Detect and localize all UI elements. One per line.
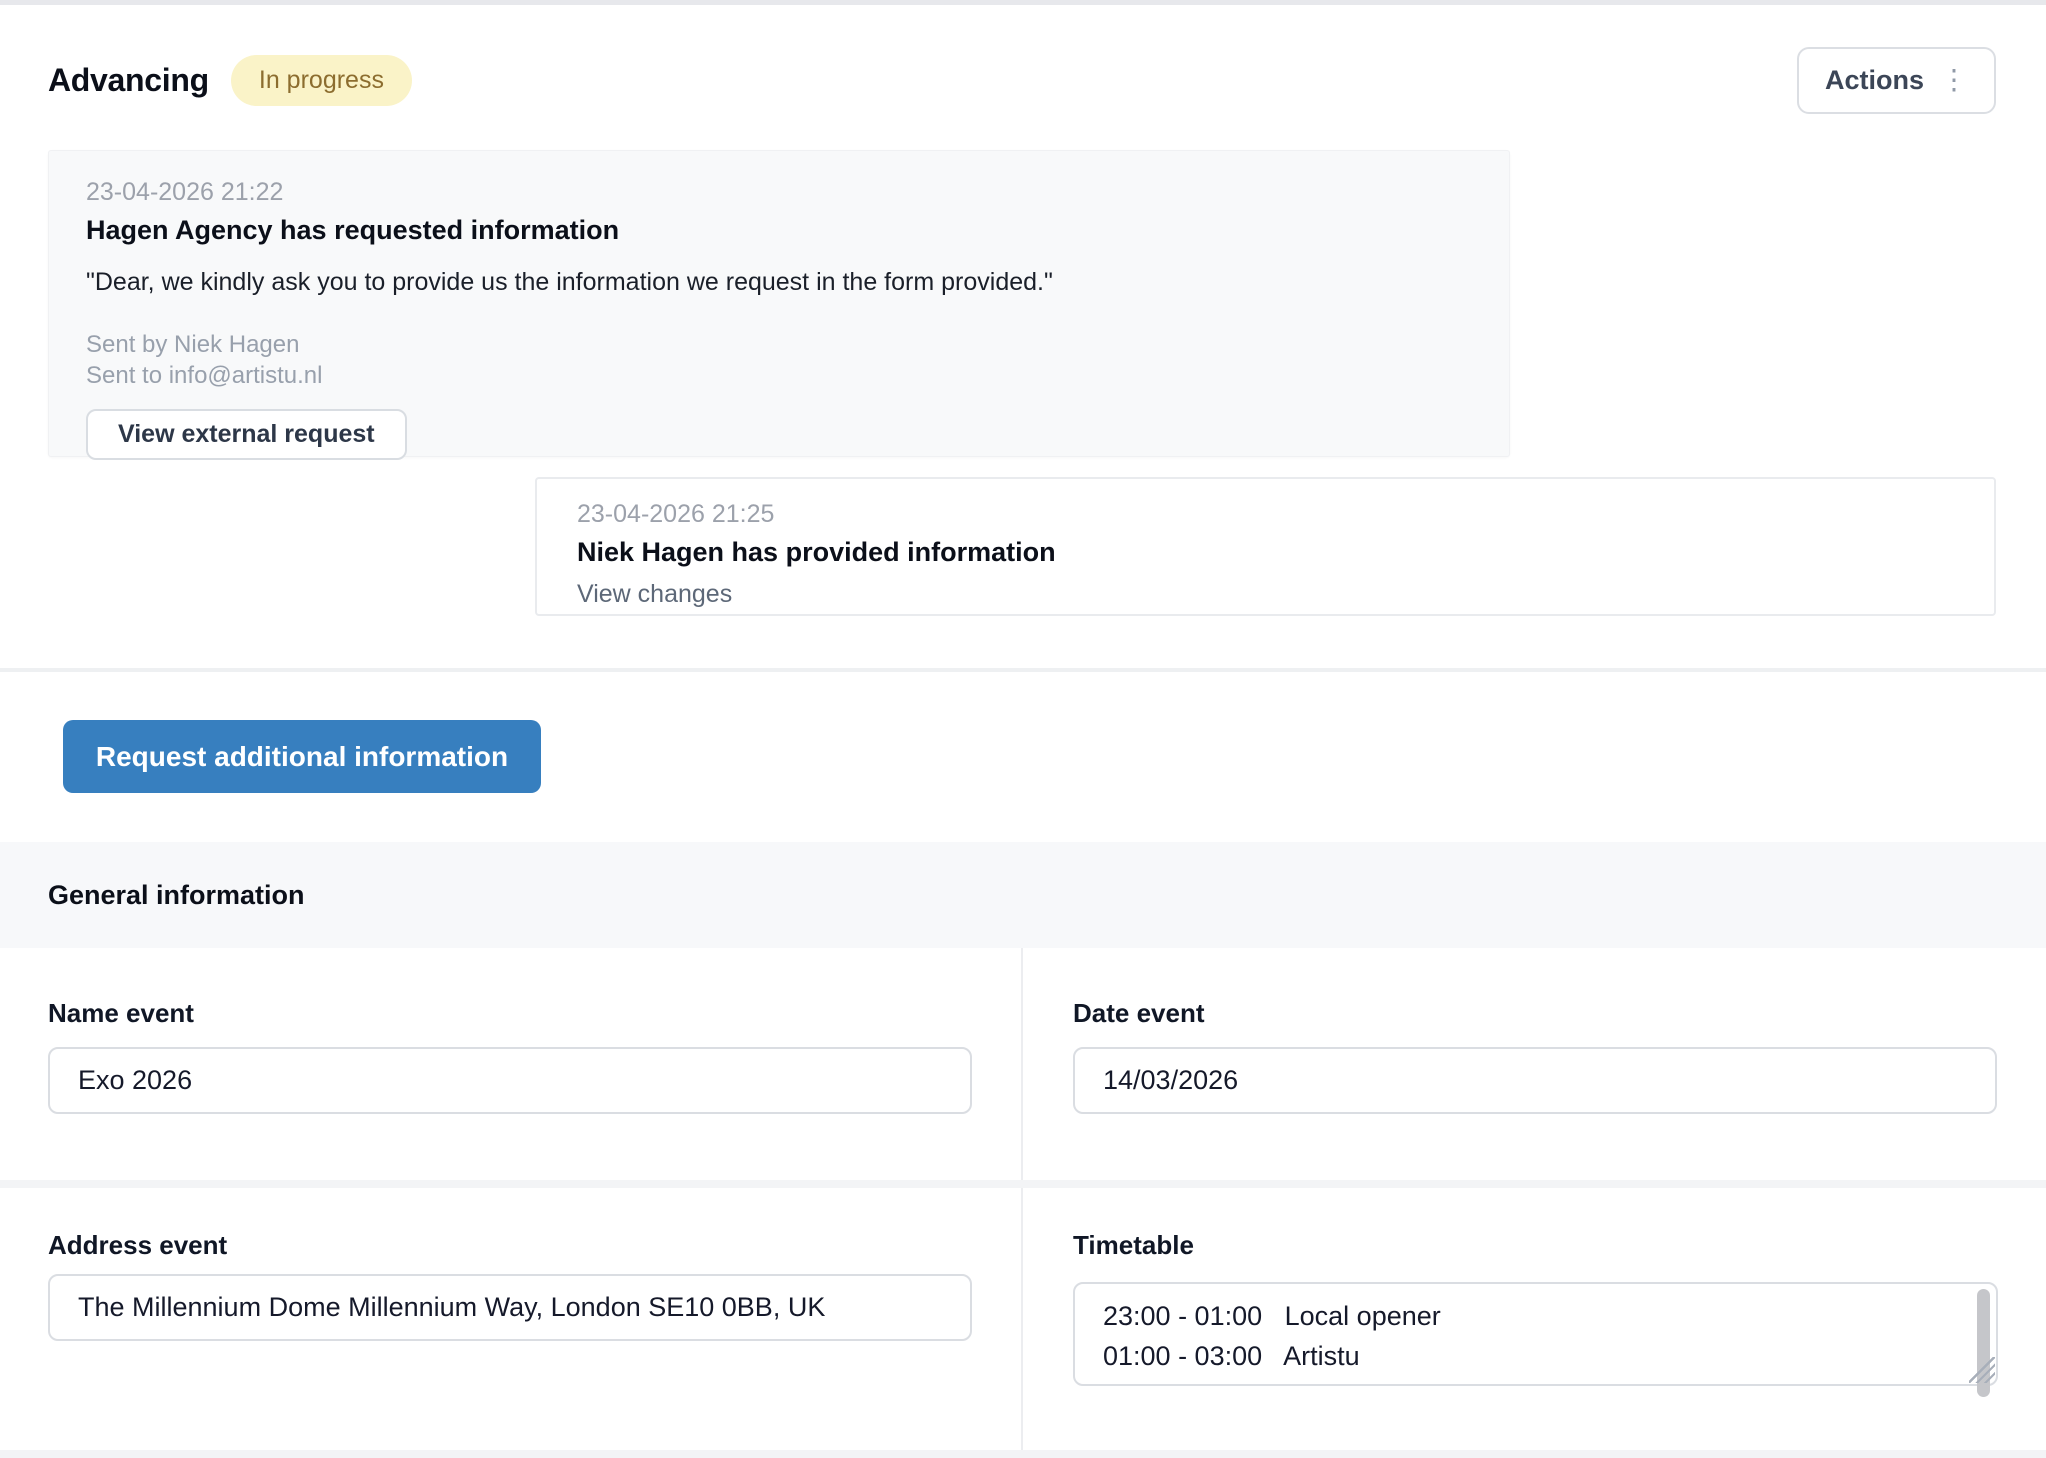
address-event-label: Address event xyxy=(48,1230,227,1261)
name-event-label: Name event xyxy=(48,998,194,1029)
request-card-message: "Dear, we kindly ask you to provide us t… xyxy=(86,268,1472,297)
actions-button-label: Actions xyxy=(1825,65,1924,96)
view-external-request-button[interactable]: View external request xyxy=(86,409,407,460)
request-information-card: 23-04-2026 21:22 Hagen Agency has reques… xyxy=(48,150,1510,457)
kebab-menu-icon: ⋮ xyxy=(1940,66,1968,94)
response-card-title: Niek Hagen has provided information xyxy=(577,537,1954,568)
column-divider xyxy=(1021,948,1023,1450)
resize-grip-icon[interactable] xyxy=(1969,1357,1995,1383)
date-event-input[interactable] xyxy=(1073,1047,1997,1114)
request-additional-information-button[interactable]: Request additional information xyxy=(63,720,541,793)
top-divider xyxy=(0,0,2046,5)
bottom-divider xyxy=(0,1450,2046,1458)
general-information-title: General information xyxy=(48,880,305,911)
date-event-label: Date event xyxy=(1073,998,1205,1029)
page-header: Advancing In progress Actions ⋮ xyxy=(48,44,1996,116)
view-changes-link[interactable]: View changes xyxy=(577,580,732,609)
request-card-timestamp: 23-04-2026 21:22 xyxy=(86,178,1472,207)
name-event-input[interactable] xyxy=(48,1047,972,1114)
response-card-timestamp: 23-04-2026 21:25 xyxy=(577,500,1954,529)
request-card-meta: Sent by Niek Hagen Sent to info@artistu.… xyxy=(86,329,1472,391)
timetable-textarea[interactable] xyxy=(1073,1282,1998,1386)
row-divider xyxy=(0,1180,2046,1188)
section-divider xyxy=(0,668,2046,672)
address-event-input[interactable] xyxy=(48,1274,972,1341)
general-information-section-header: General information xyxy=(0,842,2046,948)
provided-information-card: 23-04-2026 21:25 Niek Hagen has provided… xyxy=(535,477,1996,616)
timetable-label: Timetable xyxy=(1073,1230,1194,1261)
status-badge: In progress xyxy=(231,55,412,106)
timetable-field xyxy=(1073,1282,1998,1386)
actions-button[interactable]: Actions ⋮ xyxy=(1797,47,1996,114)
request-card-title: Hagen Agency has requested information xyxy=(86,215,1472,246)
page-title: Advancing xyxy=(48,62,209,99)
sent-to-text: Sent to info@artistu.nl xyxy=(86,360,1472,391)
sent-by-text: Sent by Niek Hagen xyxy=(86,329,1472,360)
